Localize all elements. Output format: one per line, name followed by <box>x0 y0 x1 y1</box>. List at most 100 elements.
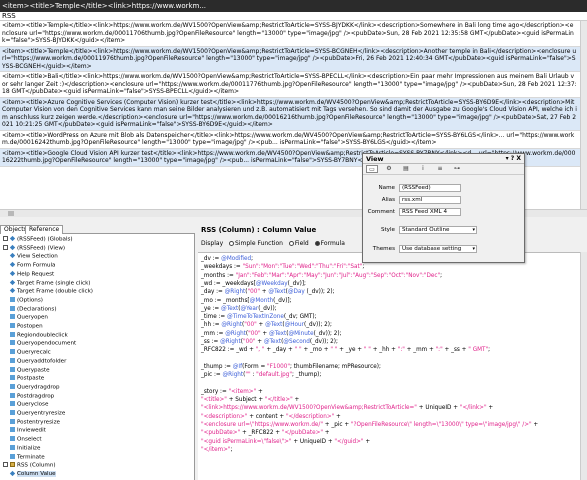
scroll-thumb[interactable] <box>8 211 14 216</box>
tree-node[interactable]: Querydragdrop <box>10 383 60 391</box>
code-token: _pic := <box>201 372 223 379</box>
event-icon <box>10 375 15 381</box>
help-icon[interactable]: ? <box>511 155 514 162</box>
editor-vertical-scrollbar[interactable] <box>580 252 587 480</box>
code-token: @Month <box>249 297 274 304</box>
code-token: ; <box>440 272 443 279</box>
tab-reference[interactable]: Reference <box>25 225 64 234</box>
code-token: "<title>" <box>201 397 227 404</box>
code-token: + <box>531 422 539 428</box>
code-token: "00" <box>248 330 261 337</box>
preview-row[interactable]: <item><title>Temple</title><link>https:/… <box>0 46 580 72</box>
preview-row[interactable]: <item><title>Temple</title><link>https:/… <box>0 21 580 47</box>
code-token: @Right <box>221 322 243 329</box>
tree-node[interactable]: (RSSFeed) (View) <box>3 244 65 252</box>
left-tab-bar: Objects Reference <box>0 224 195 234</box>
tree-node[interactable]: RSS (Column) <box>3 462 56 469</box>
radio-formula[interactable] <box>314 240 320 246</box>
code-token: "</link>" <box>459 405 487 412</box>
tree-node[interactable]: Postpaste <box>10 375 44 382</box>
tree-node[interactable]: Queryrecalc <box>10 349 51 356</box>
tree-node[interactable]: (Declarations) <box>10 305 57 313</box>
tree-node-label: Form Formula <box>17 262 56 269</box>
tree-node[interactable]: Queryaddtofolder <box>10 357 67 365</box>
tree-node[interactable]: Queryopen <box>10 314 48 321</box>
close-icon[interactable]: X <box>516 155 521 162</box>
code-token: ; <box>230 446 233 453</box>
tree-node[interactable]: Target Frame (double click) <box>9 288 93 295</box>
info-tab-icon[interactable]: ▭ <box>366 165 378 173</box>
style-select[interactable]: Standard Outline ▾ <box>399 226 477 234</box>
tree-node[interactable]: Initialize <box>10 444 40 452</box>
preview-row[interactable]: <item><title>Bali</title><link>https://w… <box>0 72 580 98</box>
code-token: ; <box>251 256 254 262</box>
rss-column-header[interactable]: RSS <box>0 12 587 21</box>
preview-vertical-scrollbar[interactable] <box>580 21 587 209</box>
code-token: + <box>255 339 264 345</box>
security-tab-icon[interactable]: ⊶ <box>451 165 463 173</box>
tree-node[interactable]: Queryclose <box>10 401 48 408</box>
tree-node[interactable]: (RSSFeed) (Globals) <box>3 235 73 243</box>
code-line: _RFC822 := _wd + ", " + _day + " " + _mo… <box>201 347 490 354</box>
formula-editor[interactable]: _dv := @Modified; _weekdays := "Sun":"Mon… <box>198 252 580 480</box>
tree-node[interactable]: Postopen <box>10 323 43 330</box>
tree-node[interactable]: Regiondoubleclick <box>10 331 68 339</box>
design-element-icon <box>9 261 16 268</box>
code-token: ", " <box>255 347 265 354</box>
font-tab-icon[interactable]: i <box>417 165 429 173</box>
tree-node[interactable]: Queryopendocument <box>10 340 76 347</box>
code-token: + _hh + <box>370 347 398 354</box>
style-tab-icon[interactable]: ▤ <box>400 165 412 173</box>
code-line: _pic := @Right("" : "default.jpg"; _thum… <box>201 372 321 379</box>
code-token: @Text <box>221 305 239 312</box>
code-token: ; thumbFilename; mPResource); <box>290 363 381 370</box>
tree-node[interactable]: Target Frame (single click) <box>9 279 91 287</box>
themes-select[interactable]: Use database setting ▾ <box>399 245 477 253</box>
tree-node[interactable]: (Options) <box>10 296 43 304</box>
tree-node-label: Regiondoubleclick <box>17 332 68 339</box>
expand-icon[interactable] <box>3 462 8 468</box>
code-token: @Text <box>265 322 283 329</box>
preview-row[interactable]: <item><title>WordPress on Azure mit Blob… <box>0 131 580 149</box>
tree-node[interactable]: Postdragdrop <box>10 392 54 400</box>
display-label: Display <box>201 240 224 247</box>
code-token: "</guid>" <box>334 438 364 445</box>
tree-node[interactable]: Column Value <box>9 470 56 478</box>
tree-node-label: Queryaddtofolder <box>17 358 67 365</box>
tree-node-label: View Selection <box>17 253 58 260</box>
options-tab-icon[interactable]: ⚙ <box>383 165 395 173</box>
tree-node[interactable]: Form Formula <box>9 261 56 269</box>
tree-node[interactable]: Onselect <box>10 436 42 443</box>
tree-node[interactable]: Querypaste <box>10 366 50 374</box>
code-token: "</pubDate>" <box>281 430 323 437</box>
alias-field[interactable]: rss.xml <box>399 196 461 204</box>
dropdown-icon[interactable]: ▾ <box>506 155 509 162</box>
radio-simple-function[interactable] <box>229 240 235 246</box>
expand-icon[interactable] <box>3 244 8 250</box>
tree-node[interactable]: Postentryresize <box>10 418 60 426</box>
event-icon <box>10 331 15 337</box>
code-token: (_dv; GMT); <box>283 314 317 321</box>
code-token: @Right <box>224 289 246 296</box>
radio-field[interactable] <box>288 240 294 246</box>
event-icon <box>10 340 15 346</box>
tree-node[interactable]: Terminate <box>10 453 45 461</box>
style-label: Style <box>380 227 395 233</box>
tree-node[interactable]: Inviewedit <box>10 427 46 434</box>
tree-node-label: (RSSFeed) (Globals) <box>17 236 73 243</box>
preview-row[interactable]: <item><title>Azure Cognitive Services (C… <box>0 97 580 131</box>
code-token: "<enclosure url=\"https://www.workm.de/" <box>201 422 323 428</box>
comment-field[interactable]: RSS Feed XML 4 <box>399 208 461 216</box>
tree-node[interactable]: Queryentryresize <box>10 410 65 417</box>
dialog-titlebar[interactable]: View ▾ ? X <box>363 154 524 164</box>
code-token: (_dv)); 2); <box>309 339 338 345</box>
code-token: @Hour <box>284 322 304 329</box>
tree-node[interactable]: View Selection <box>9 253 58 260</box>
advanced-tab-icon[interactable]: ≡ <box>434 165 446 173</box>
expand-icon[interactable] <box>3 236 8 241</box>
tree-node[interactable]: Help Request <box>9 270 54 278</box>
name-field[interactable]: (RSSFeed) <box>399 184 461 192</box>
comment-label: Comment <box>367 209 395 215</box>
code-token: "default.jpg" <box>256 372 293 379</box>
event-icon <box>10 418 15 424</box>
